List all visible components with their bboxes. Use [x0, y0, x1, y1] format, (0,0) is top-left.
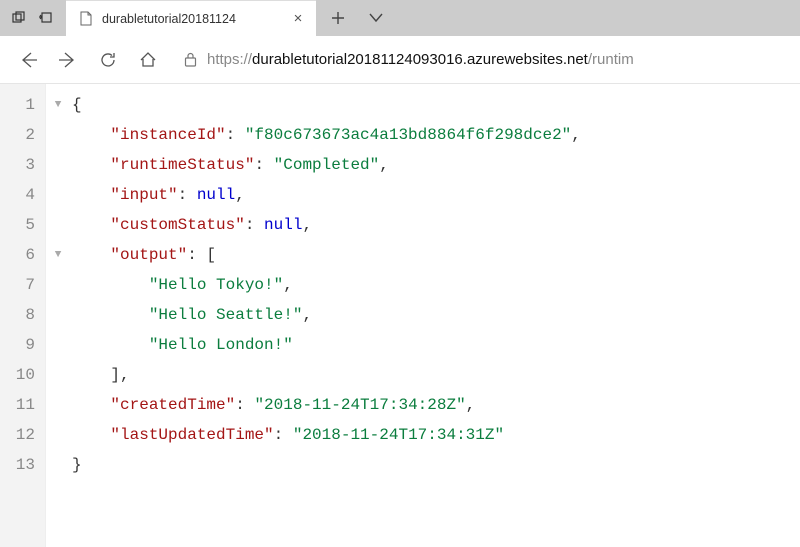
tab-close-icon[interactable]: ×	[290, 11, 306, 27]
line-number: 13	[0, 450, 35, 480]
fold-toggle	[46, 390, 70, 420]
line-number: 8	[0, 300, 35, 330]
line-number: 6	[0, 240, 35, 270]
address-bar[interactable]: https://durabletutorial20181124093016.az…	[170, 42, 790, 78]
line-number: 3	[0, 150, 35, 180]
code-line: "output": [	[72, 240, 800, 270]
fold-toggle[interactable]: ▼	[46, 90, 70, 120]
titlebar: durabletutorial20181124 ×	[0, 0, 800, 36]
line-number: 2	[0, 120, 35, 150]
code-line: "Hello Tokyo!",	[72, 270, 800, 300]
code-line: "input": null,	[72, 180, 800, 210]
line-number: 5	[0, 210, 35, 240]
code-line: }	[72, 450, 800, 480]
code-line: "createdTime": "2018-11-24T17:34:28Z",	[72, 390, 800, 420]
code-line: "Hello Seattle!",	[72, 300, 800, 330]
line-number: 9	[0, 330, 35, 360]
fold-toggle[interactable]: ▼	[46, 240, 70, 270]
window-restore-icon[interactable]	[34, 5, 60, 31]
window-group-icon[interactable]	[6, 5, 32, 31]
line-number: 4	[0, 180, 35, 210]
window-controls	[0, 0, 66, 36]
url-path: /runtim	[588, 51, 634, 68]
fold-toggle	[46, 450, 70, 480]
fold-toggle	[46, 180, 70, 210]
back-button[interactable]	[10, 42, 46, 78]
code-lines: { "instanceId": "f80c673673ac4a13bd8864f…	[46, 90, 800, 480]
code-line: {	[72, 90, 800, 120]
json-viewer: 12345678910111213 ▼▼ { "instanceId": "f8…	[0, 84, 800, 547]
lock-icon	[184, 52, 197, 67]
code-line: ],	[72, 360, 800, 390]
fold-toggle	[46, 150, 70, 180]
tab-menu-icon[interactable]	[362, 4, 390, 32]
code-line: "customStatus": null,	[72, 210, 800, 240]
navbar: https://durabletutorial20181124093016.az…	[0, 36, 800, 84]
url-host: durabletutorial20181124093016.azurewebsi…	[252, 51, 588, 68]
tab-title: durabletutorial20181124	[102, 12, 282, 26]
fold-toggle	[46, 270, 70, 300]
code-line: "instanceId": "f80c673673ac4a13bd8864f6f…	[72, 120, 800, 150]
line-number: 1	[0, 90, 35, 120]
code-line: "Hello London!"	[72, 330, 800, 360]
url-scheme: https://	[207, 51, 252, 68]
fold-toggle	[46, 210, 70, 240]
fold-toggle	[46, 120, 70, 150]
tab-actions	[316, 0, 398, 36]
line-number: 12	[0, 420, 35, 450]
home-button[interactable]	[130, 42, 166, 78]
fold-toggle	[46, 420, 70, 450]
forward-button[interactable]	[50, 42, 86, 78]
line-gutter: 12345678910111213	[0, 84, 46, 547]
browser-tab[interactable]: durabletutorial20181124 ×	[66, 0, 316, 36]
code-line: "lastUpdatedTime": "2018-11-24T17:34:31Z…	[72, 420, 800, 450]
line-number: 11	[0, 390, 35, 420]
fold-toggle	[46, 300, 70, 330]
new-tab-button[interactable]	[324, 4, 352, 32]
refresh-button[interactable]	[90, 42, 126, 78]
page-icon	[78, 11, 94, 27]
line-number: 7	[0, 270, 35, 300]
url-text: https://durabletutorial20181124093016.az…	[207, 51, 634, 68]
code-line: "runtimeStatus": "Completed",	[72, 150, 800, 180]
fold-column: ▼▼	[46, 90, 70, 480]
line-number: 10	[0, 360, 35, 390]
code-area: ▼▼ { "instanceId": "f80c673673ac4a13bd88…	[46, 84, 800, 547]
fold-toggle	[46, 330, 70, 360]
fold-toggle	[46, 360, 70, 390]
